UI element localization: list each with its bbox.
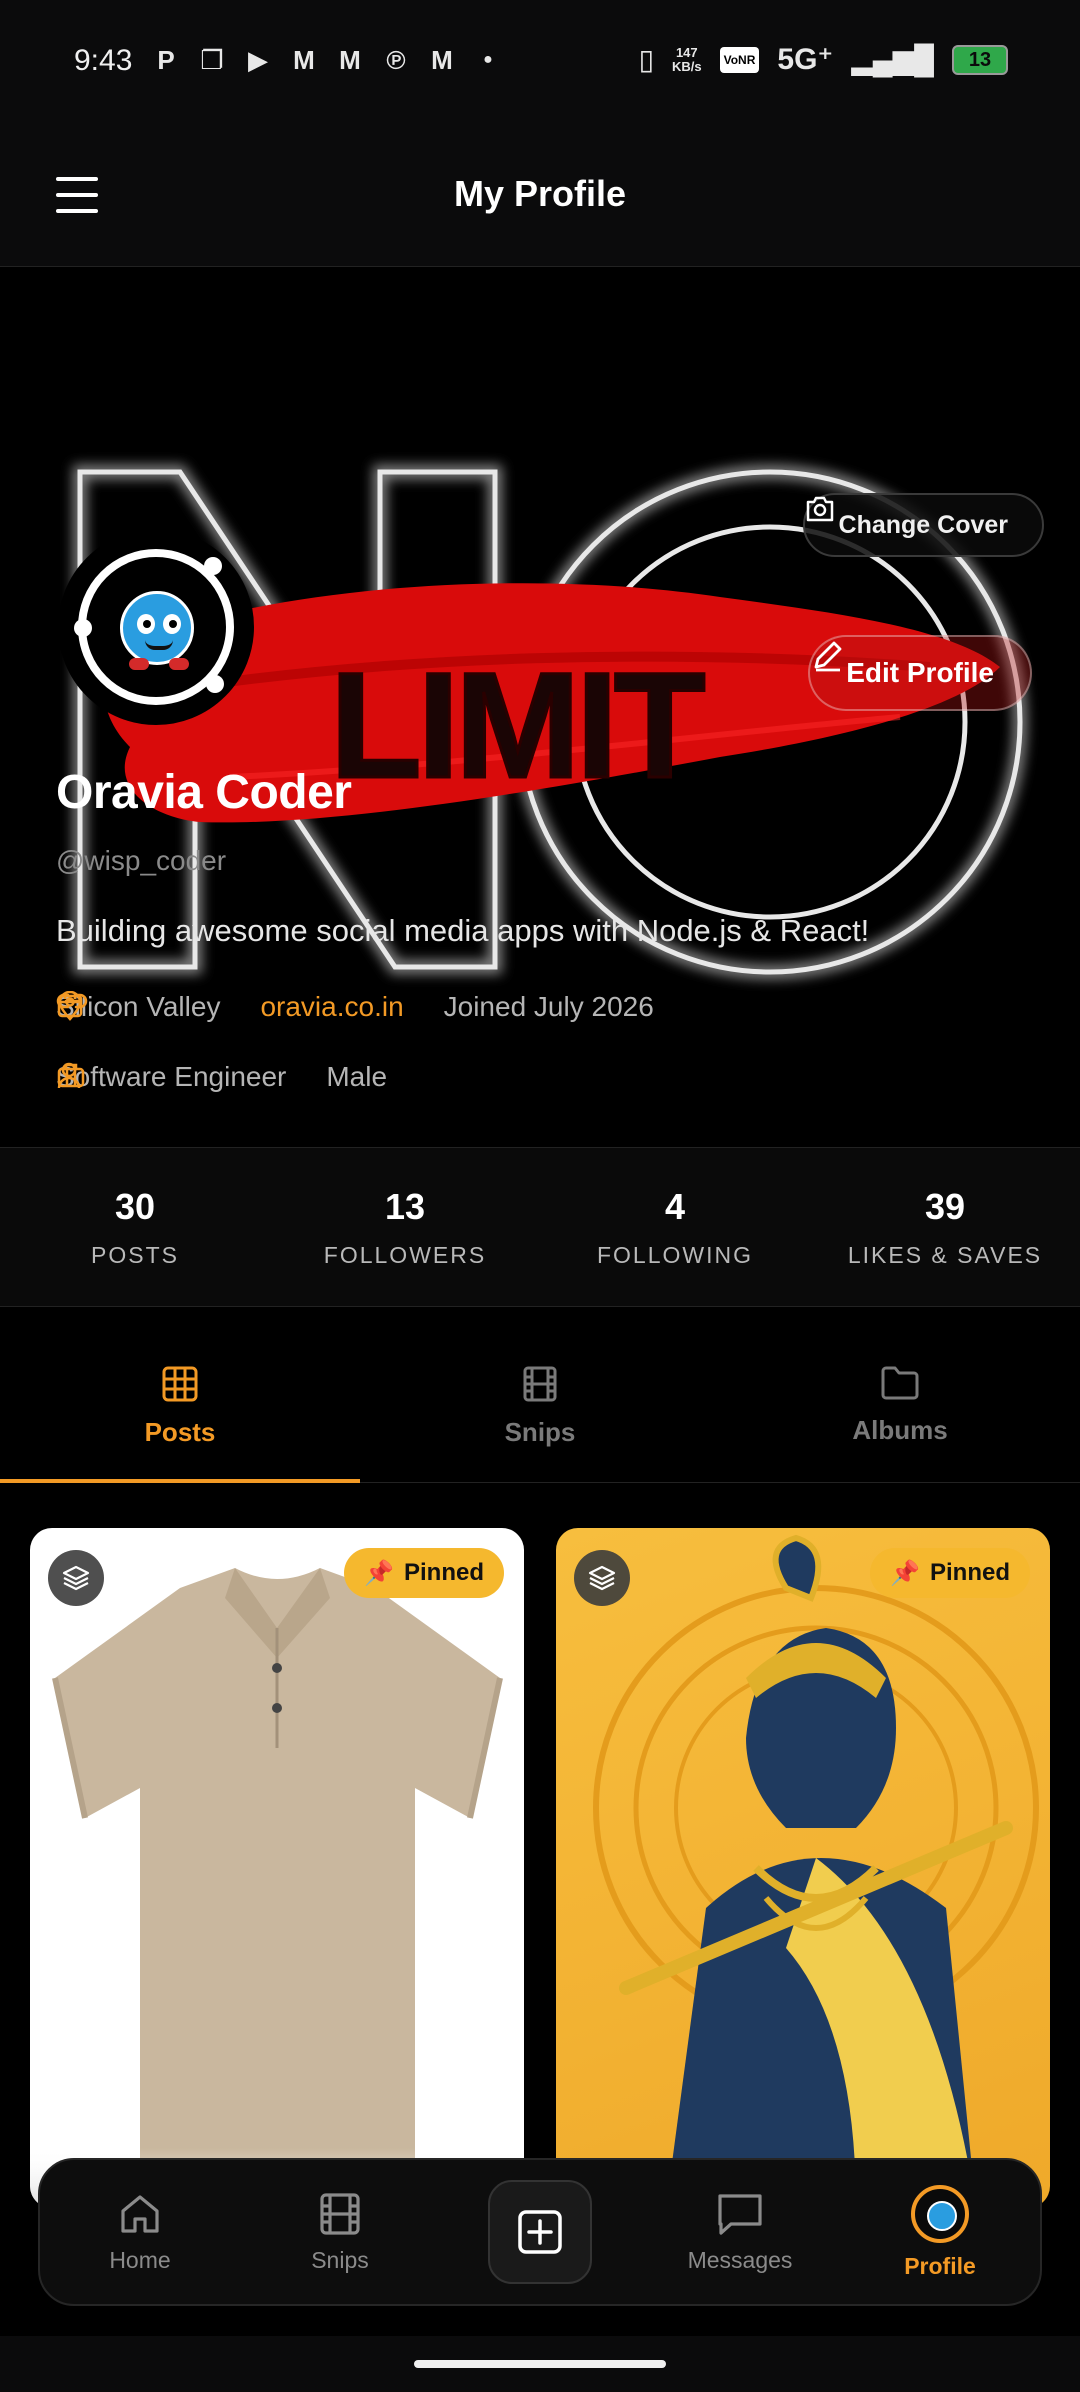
krishna-illustration-image: [593, 1534, 1039, 2208]
pin-icon: 📌: [364, 1559, 394, 1587]
status-bar: 9:43 P ❐ ▶ M M ℗ M ● ▯ 147 KB/s VoNR 5G⁺…: [0, 0, 1080, 125]
net-speed: 147 KB/s: [671, 44, 702, 74]
stat-value: 4: [664, 1186, 686, 1227]
gender-text: Male: [326, 1061, 388, 1092]
stat-likes-saves[interactable]: 39 LIKES & SAVES: [810, 1148, 1080, 1306]
nav-label: Messages: [687, 2246, 793, 2273]
polo-shirt-image: [30, 1568, 524, 2208]
notification-icons: P ❐ ▶ M M ℗ M ●: [150, 44, 504, 76]
film-icon: [523, 1366, 557, 1402]
website-link[interactable]: oravia.co.in: [260, 991, 403, 1023]
gmail-icon: M: [431, 45, 453, 75]
nav-label: Snips: [311, 2246, 369, 2273]
vibrate-icon: ▯: [638, 44, 654, 75]
home-gesture-bar[interactable]: [414, 2360, 666, 2368]
tab-posts[interactable]: Posts: [0, 1307, 360, 1483]
profile-tabs: Posts Snips Albums: [0, 1307, 1080, 1483]
page-title: My Profile: [453, 173, 627, 214]
tab-label: Posts: [144, 1417, 216, 1447]
system-icons: ▯ 147 KB/s VoNR 5G⁺ ▂▄▆█ 13: [639, 42, 1008, 77]
website-item[interactable]: oravia.co.in: [56, 991, 404, 1023]
avatar-icon: [911, 2184, 969, 2243]
pinned-badge: 📌 Pinned: [870, 1548, 1030, 1598]
pencil-icon: [814, 641, 842, 672]
stat-label: FOLLOWERS: [323, 1242, 487, 1268]
folder-icon: [881, 1366, 919, 1400]
stat-following[interactable]: 4 FOLLOWING: [540, 1148, 810, 1306]
gender-item: Male: [57, 1061, 388, 1093]
gmail-icon: M: [293, 45, 315, 75]
mascot-icon: [120, 591, 194, 670]
network-type: 5G⁺: [777, 43, 834, 76]
bottom-navigation: Home Snips Messages Profile: [38, 2158, 1042, 2306]
edit-profile-button[interactable]: Edit Profile: [808, 635, 1032, 711]
avatar[interactable]: [58, 529, 254, 725]
more-dot-icon: ●: [483, 51, 493, 68]
camera-icon: [806, 496, 833, 522]
nav-create[interactable]: [440, 2180, 640, 2284]
nav-home[interactable]: Home: [40, 2191, 240, 2274]
stat-followers[interactable]: 13 FOLLOWERS: [270, 1148, 540, 1306]
multi-image-icon: [48, 1550, 104, 1606]
pinned-label: Pinned: [403, 1559, 484, 1586]
pin-icon: 📌: [890, 1559, 920, 1587]
film-icon: [320, 2192, 360, 2235]
nav-snips[interactable]: Snips: [240, 2191, 440, 2274]
nav-profile[interactable]: Profile: [840, 2184, 1040, 2280]
stat-label: FOLLOWING: [596, 1242, 753, 1268]
copy-icon: ❐: [200, 45, 224, 75]
stat-posts[interactable]: 30 POSTS: [0, 1148, 270, 1306]
youtube-icon: ▶: [248, 45, 268, 75]
joined-text: Joined July 2026: [443, 991, 654, 1022]
profile-meta-row-2: Software Engineer Male: [56, 1061, 427, 1093]
stat-value: 13: [384, 1186, 426, 1227]
profile-name: Oravia Coder: [56, 766, 352, 819]
multi-image-icon: [574, 1550, 630, 1606]
occupation-text: Software Engineer: [56, 1061, 287, 1092]
stat-label: LIKES & SAVES: [847, 1242, 1043, 1268]
signal-icon: ▂▄▆█: [851, 44, 934, 75]
add-icon: [518, 2210, 562, 2254]
pinned-label: Pinned: [929, 1559, 1010, 1586]
change-cover-button[interactable]: Change Cover: [802, 493, 1044, 557]
gmail-icon: M: [339, 45, 361, 75]
cover-art-text: LIMIT: [330, 641, 705, 809]
nav-label: Profile: [904, 2252, 976, 2279]
occupation-item: Software Engineer: [56, 1061, 286, 1093]
parking-app-icon: P: [157, 45, 175, 75]
post-card[interactable]: 📌 Pinned: [556, 1528, 1050, 2208]
edit-profile-label: Edit Profile: [846, 657, 994, 688]
profile-handle: @wisp_coder: [56, 845, 227, 876]
nav-label: Home: [109, 2246, 171, 2273]
calendar-icon: [57, 993, 83, 1018]
create-post-button[interactable]: [488, 2180, 592, 2284]
message-icon: [718, 2193, 762, 2235]
change-cover-label: Change Cover: [838, 510, 1008, 539]
posts-grid: 📌 Pinned 📌 Pinned: [30, 1528, 1050, 2208]
stat-value: 30: [114, 1186, 156, 1227]
tab-albums[interactable]: Albums: [720, 1307, 1080, 1482]
pinterest-icon: ℗: [386, 45, 406, 75]
profile-meta-row: Silicon Valley oravia.co.in Joined July …: [56, 991, 694, 1023]
vonr-badge: VoNR: [719, 46, 760, 73]
person-icon: [57, 1062, 81, 1089]
tab-label: Albums: [852, 1415, 948, 1445]
grid-icon: [162, 1366, 198, 1402]
joined-item: Joined July 2026: [57, 991, 654, 1023]
app-header: My Profile: [0, 125, 1080, 267]
profile-stats: 30 POSTS 13 FOLLOWERS 4 FOLLOWING 39 LIK…: [0, 1147, 1080, 1307]
tab-label: Snips: [504, 1417, 576, 1447]
stat-value: 39: [924, 1186, 966, 1227]
pinned-badge: 📌 Pinned: [344, 1548, 504, 1598]
status-time: 9:43: [74, 44, 133, 77]
tab-snips[interactable]: Snips: [360, 1307, 720, 1482]
profile-cover: LIMIT Change Cover Edit Profile Oravia C…: [0, 267, 1080, 1147]
battery-icon: 13: [952, 44, 1008, 75]
profile-bio: Building awesome social media apps with …: [56, 913, 870, 948]
home-icon: [121, 2194, 159, 2233]
post-card[interactable]: 📌 Pinned: [30, 1528, 524, 2208]
nav-messages[interactable]: Messages: [640, 2191, 840, 2274]
stat-label: POSTS: [91, 1242, 179, 1268]
